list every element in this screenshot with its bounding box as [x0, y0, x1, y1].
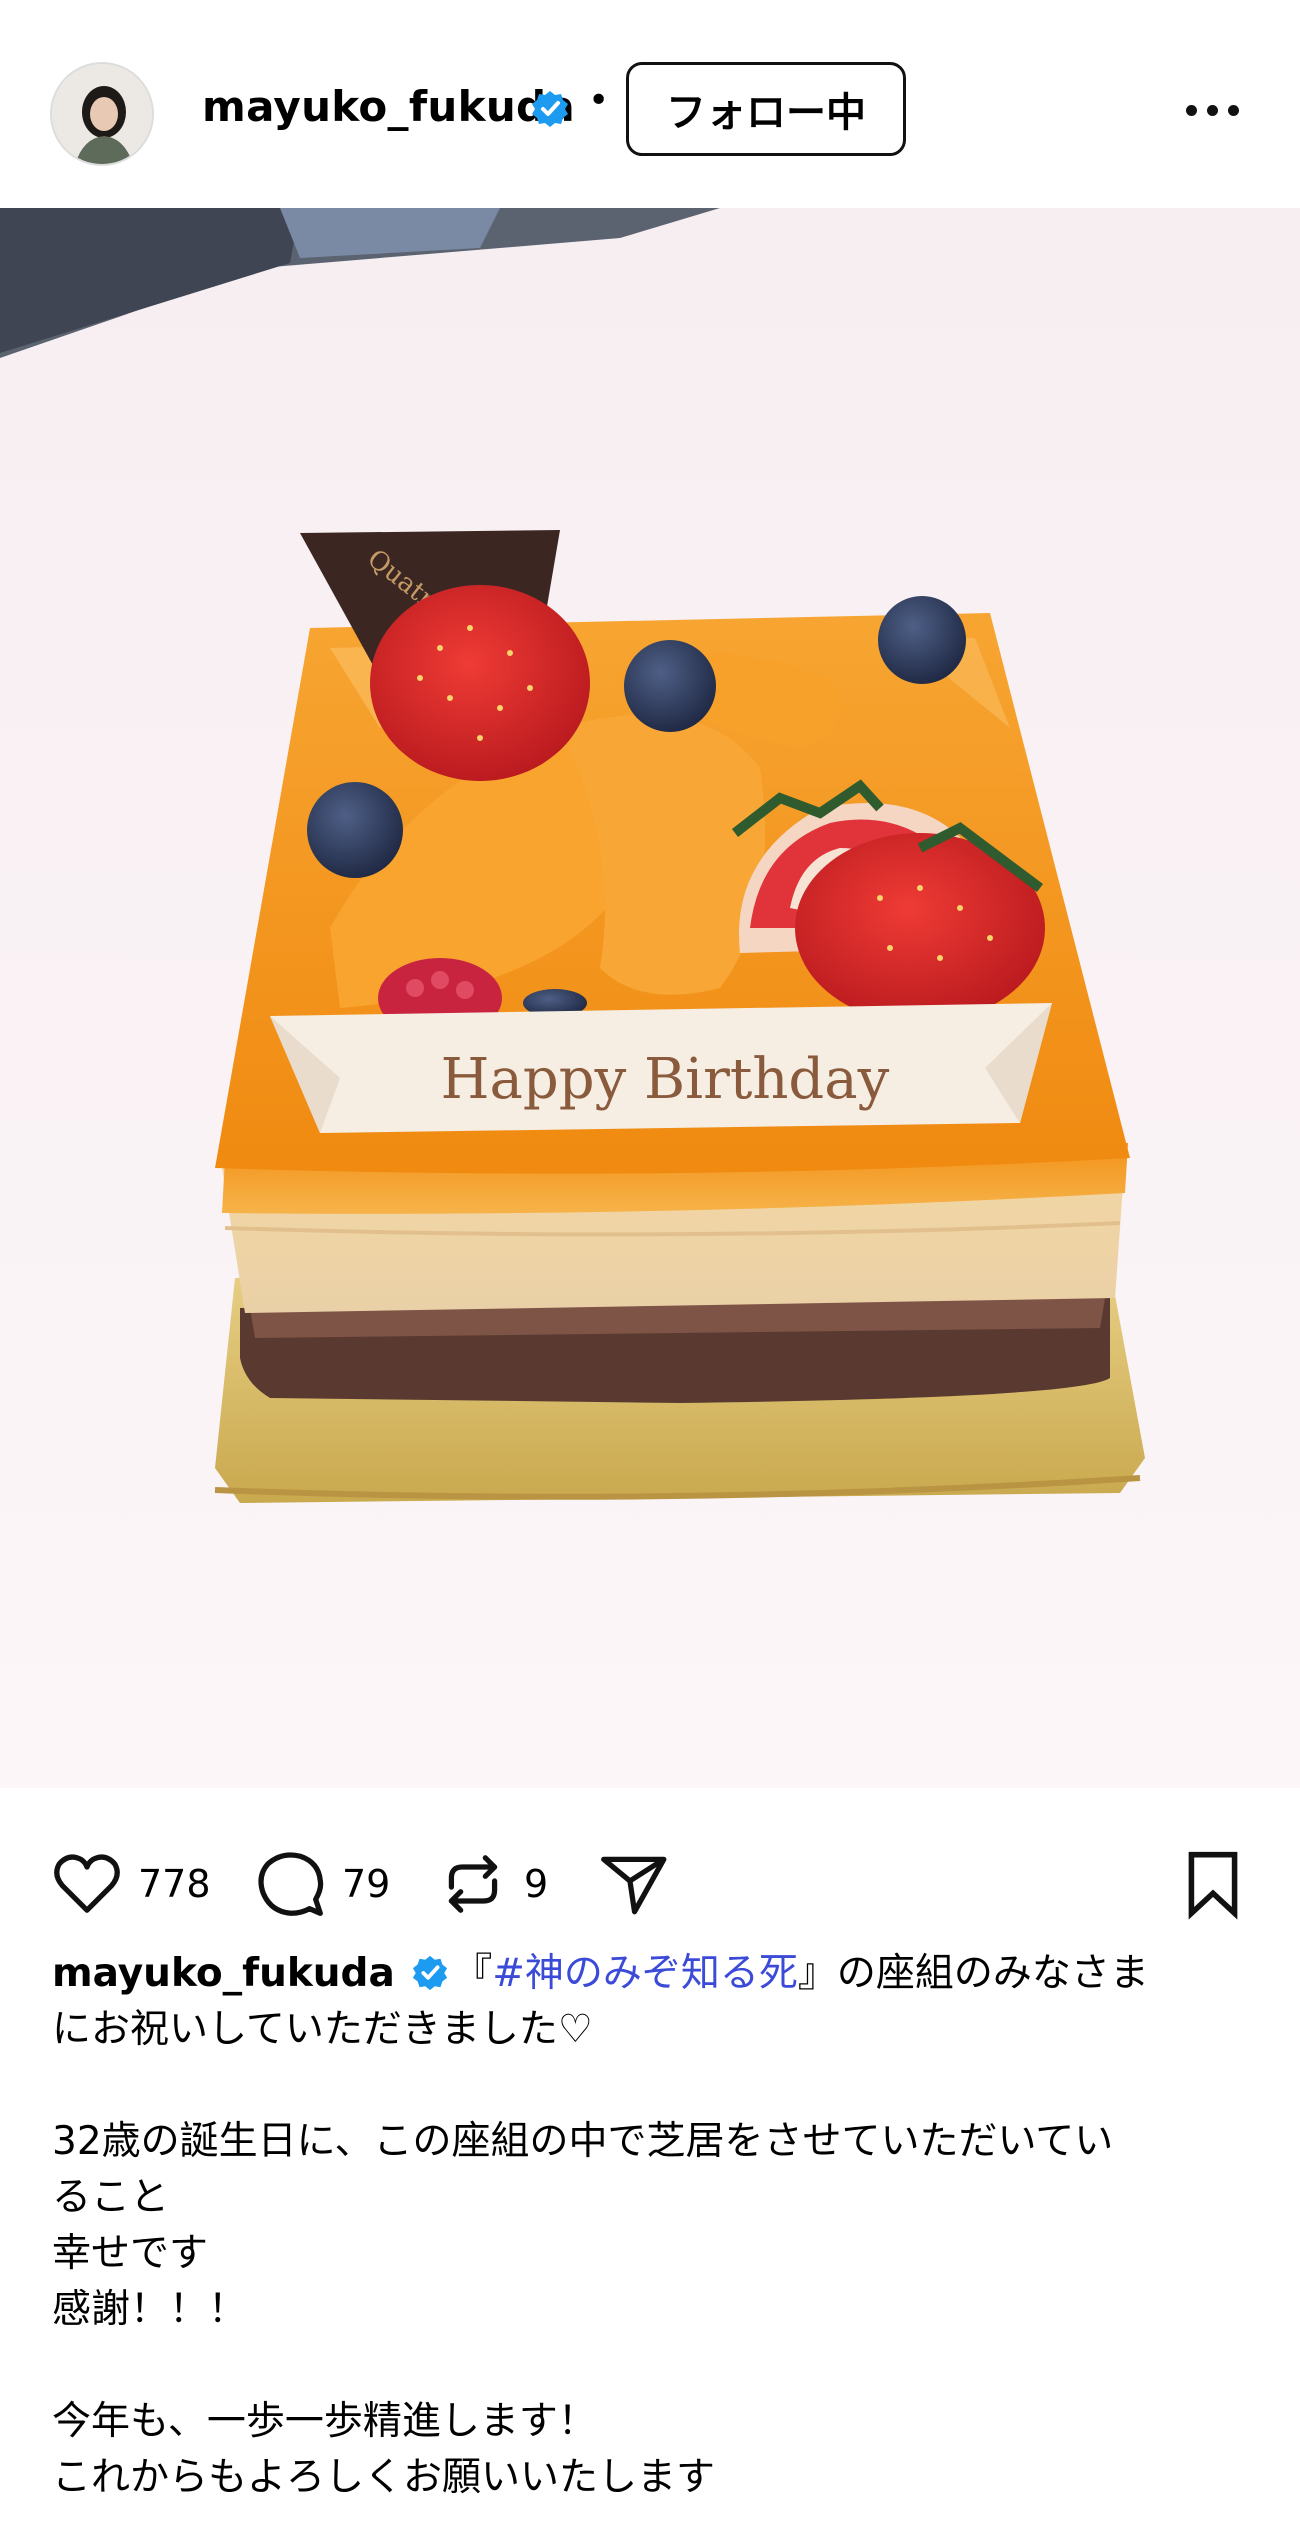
repost-count: 9: [524, 1862, 549, 1906]
avatar[interactable]: [50, 62, 154, 166]
caption-line-5: 幸せです: [52, 2231, 209, 2276]
caption-line-1: mayuko_fukuda 『#神のみぞ知る死』の座組のみなさま: [52, 1946, 1262, 2002]
post-caption: mayuko_fukuda 『#神のみぞ知る死』の座組のみなさま にお祝いしてい…: [52, 1946, 1262, 2506]
comment-count: 79: [342, 1862, 391, 1906]
post-header: mayuko_fukuda • フォロー中: [0, 0, 1300, 208]
cake-photo: Quatre Happy Birthday: [0, 208, 1300, 1788]
verified-badge-icon: [532, 91, 568, 127]
caption-bracket-open: 『: [453, 1951, 493, 1996]
post-image[interactable]: Quatre Happy Birthday: [0, 208, 1300, 1788]
share-icon: [601, 1856, 667, 1915]
repost-icon: [448, 1855, 498, 1913]
more-dot: [1186, 104, 1197, 116]
action-bar: 778 79 9: [0, 1788, 1300, 1958]
like-count: 778: [138, 1862, 211, 1906]
caption-line-2: にお祝いしていただきました♡: [52, 2007, 593, 2052]
comment-icon: [258, 1852, 324, 1916]
repost-button[interactable]: 9: [436, 1846, 548, 1922]
plaque-text: Happy Birthday: [441, 1047, 890, 1112]
caption-line-8: これからもよろしくお願いいたします: [52, 2455, 716, 2500]
heart-icon: [54, 1854, 120, 1913]
caption-line-7: 今年も、一歩一歩精進します！: [52, 2399, 597, 2444]
caption-line-6: 感謝！！！: [52, 2287, 248, 2332]
caption-line-3: 32歳の誕生日に、この座組の中で芝居をさせていただいてい: [52, 2119, 1114, 2164]
comment-button[interactable]: 79: [254, 1846, 390, 1922]
like-button[interactable]: 778: [50, 1846, 211, 1922]
following-button[interactable]: フォロー中: [626, 62, 906, 156]
more-options-icon[interactable]: [1186, 90, 1242, 130]
more-dot: [1228, 104, 1239, 116]
caption-username[interactable]: mayuko_fukuda: [52, 1951, 395, 1996]
bookmark-button[interactable]: [1176, 1846, 1250, 1922]
bookmark-icon: [1188, 1851, 1238, 1920]
more-dot: [1207, 104, 1218, 116]
caption-line-4: ること: [52, 2175, 170, 2220]
share-button[interactable]: [596, 1846, 670, 1922]
separator-dot: •: [588, 80, 610, 121]
caption-line1-rest: 』の座組のみなさま: [797, 1951, 1149, 1996]
hashtag-link[interactable]: #神のみぞ知る死: [492, 1951, 798, 1996]
username[interactable]: mayuko_fukuda: [202, 82, 575, 131]
verified-badge-icon: [413, 1955, 448, 1991]
